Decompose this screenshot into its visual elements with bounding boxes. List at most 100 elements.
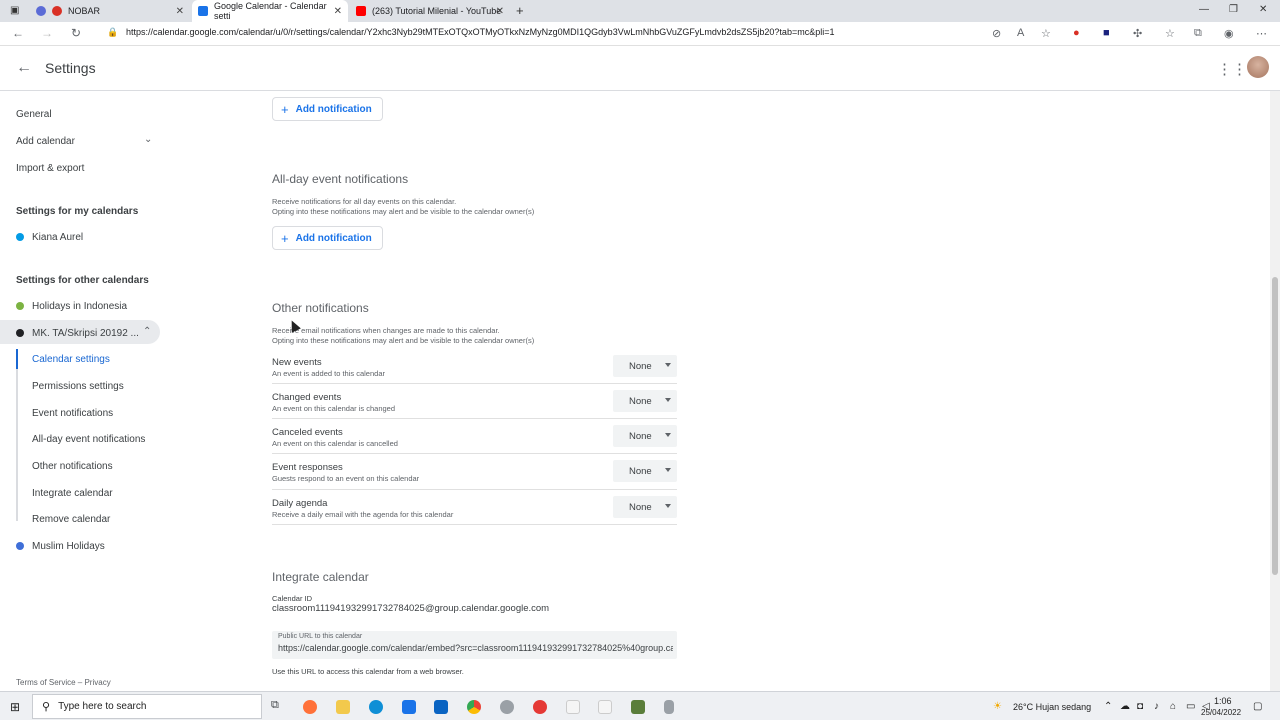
tab-actions-icon[interactable]: ▣ — [10, 5, 19, 16]
windows-start-icon[interactable]: ⊞ — [10, 700, 20, 714]
extension-icon[interactable]: ■ — [1103, 27, 1110, 39]
opera-icon[interactable] — [533, 700, 547, 714]
clock-time[interactable]: 1:06 — [1214, 696, 1232, 706]
row-daily-agenda-sub: Receive a daily email with the agenda fo… — [272, 510, 454, 519]
button-label: Add notification — [295, 103, 372, 115]
public-url-label: Public URL to this calendar — [278, 633, 363, 640]
collections-icon[interactable]: ⧉ — [1194, 27, 1202, 40]
tab-google-calendar[interactable]: Google Calendar - Calendar setti ✕ — [192, 0, 348, 22]
calendar-id-value[interactable]: classroom111941932991732784025@group.cal… — [272, 603, 549, 614]
changed-events-select[interactable]: None — [613, 390, 677, 412]
cloud-icon[interactable]: ☁ — [1120, 701, 1130, 712]
row-canceled-events-label: Canceled events — [272, 427, 343, 438]
youtube-icon — [356, 6, 366, 16]
close-icon[interactable]: ✕ — [496, 6, 504, 17]
page-scrollbar[interactable] — [1270, 91, 1280, 691]
caret-down-icon — [665, 468, 671, 472]
firefox-icon[interactable] — [303, 700, 317, 714]
public-url-help: Use this URL to access this calendar fro… — [272, 667, 464, 676]
profile-icon[interactable]: ◉ — [1224, 27, 1234, 40]
lock-icon[interactable]: 🔒 — [107, 27, 118, 38]
notifications-icon[interactable]: ▢ — [1253, 701, 1262, 712]
extensions-icon[interactable]: ✣ — [1133, 27, 1142, 40]
tab-nobar[interactable]: NOBAR ✕ — [30, 0, 190, 22]
minimize-icon[interactable]: — — [1199, 4, 1209, 15]
mail-icon[interactable] — [434, 700, 448, 714]
back-arrow-icon[interactable]: ← — [16, 59, 32, 77]
daily-agenda-select[interactable]: None — [613, 496, 677, 518]
integrate-section-title: Integrate calendar — [272, 570, 369, 584]
button-label: Add notification — [295, 232, 372, 244]
read-aloud-icon[interactable]: A — [1017, 27, 1024, 39]
scrollbar-thumb[interactable] — [1272, 277, 1278, 575]
tray-chevron-icon[interactable]: ⌃ — [1104, 701, 1112, 712]
favorite-icon[interactable]: ☆ — [1041, 27, 1051, 40]
row-new-events-label: New events — [272, 357, 322, 368]
url-field[interactable]: https://calendar.google.com/calendar/u/0… — [126, 27, 834, 37]
tab-title: (263) Tutorial Milenial - YouTube — [372, 6, 502, 16]
more-icon[interactable]: ⋯ — [1256, 27, 1267, 40]
new-tab-button[interactable]: + — [516, 3, 524, 18]
tab-title: NOBAR — [68, 6, 101, 16]
chrome-icon[interactable] — [467, 700, 481, 714]
close-icon[interactable]: ✕ — [334, 6, 342, 17]
new-events-select[interactable]: None — [613, 355, 677, 377]
row-divider — [272, 489, 677, 490]
public-url-field[interactable]: Public URL to this calendar https://cale… — [272, 631, 677, 659]
caret-down-icon — [665, 363, 671, 367]
calendar-icon — [198, 6, 208, 16]
opera-extension-icon[interactable]: ● — [1073, 27, 1080, 39]
microphone-icon[interactable]: ♪ — [1154, 701, 1159, 712]
windows-taskbar: ⊞ ⚲ Type here to search ⧉ ☀ 26°C Hujan s… — [0, 691, 1280, 720]
tray-app-icon[interactable]: ◘ — [1137, 701, 1143, 712]
file-explorer-icon[interactable] — [336, 700, 350, 714]
caret-down-icon — [665, 433, 671, 437]
page-title: Settings — [45, 60, 96, 76]
row-daily-agenda-label: Daily agenda — [272, 498, 328, 509]
back-icon[interactable]: ← — [12, 26, 24, 40]
allday-desc: Receive notifications for all day events… — [272, 197, 457, 206]
row-new-events-sub: An event is added to this calendar — [272, 369, 385, 378]
plus-icon: + — [281, 101, 289, 117]
public-url-value[interactable]: https://calendar.google.com/calendar/emb… — [278, 643, 673, 653]
canceled-events-select[interactable]: None — [613, 425, 677, 447]
row-divider — [272, 418, 677, 419]
edge-icon[interactable] — [369, 700, 383, 714]
document-icon[interactable] — [598, 700, 612, 714]
minecraft-icon[interactable] — [631, 700, 645, 714]
favorites-icon[interactable]: ☆ — [1165, 27, 1175, 40]
event-responses-select[interactable]: None — [613, 460, 677, 482]
store-icon[interactable] — [402, 700, 416, 714]
app-header: ← Settings ⋮⋮⋮ — [0, 46, 1280, 91]
app-icon[interactable] — [664, 700, 674, 714]
reload-icon[interactable]: ↻ — [71, 26, 81, 40]
allday-desc-2: Opting into these notifications may aler… — [272, 207, 535, 216]
taskbar-search[interactable]: ⚲ Type here to search — [32, 694, 262, 719]
battery-icon[interactable]: ▭ — [1186, 701, 1195, 712]
select-value: None — [629, 360, 652, 372]
clock-date[interactable]: 25/04/2022 — [1201, 708, 1241, 717]
tab-youtube[interactable]: (263) Tutorial Milenial - YouTube ✕ — [350, 0, 510, 22]
forward-icon[interactable]: → — [41, 26, 53, 40]
row-divider — [272, 453, 677, 454]
weather-text[interactable]: 26°C Hujan sedang — [1013, 702, 1091, 712]
link-icon[interactable]: ⊘ — [992, 27, 1001, 40]
browser-tabstrip: ▣ NOBAR ✕ Google Calendar - Calendar set… — [0, 0, 1280, 22]
add-notification-button[interactable]: + Add notification — [272, 97, 383, 121]
network-icon[interactable]: ⌂ — [1170, 701, 1176, 712]
task-view-icon[interactable]: ⧉ — [271, 699, 285, 713]
weather-icon[interactable]: ☀ — [993, 701, 1002, 712]
close-icon[interactable]: ✕ — [176, 6, 184, 17]
app-icon[interactable] — [500, 700, 514, 714]
restore-icon[interactable]: ❐ — [1229, 4, 1238, 15]
avatar[interactable] — [1247, 56, 1269, 78]
row-divider — [272, 524, 677, 525]
select-value: None — [629, 430, 652, 442]
document-icon[interactable] — [566, 700, 580, 714]
search-icon: ⚲ — [42, 701, 51, 713]
plus-icon: + — [281, 230, 289, 246]
add-allday-notification-button[interactable]: + Add notification — [272, 226, 383, 250]
select-value: None — [629, 501, 652, 513]
address-bar: ← → ↻ 🔒 https://calendar.google.com/cale… — [0, 22, 1280, 46]
window-close-icon[interactable]: ✕ — [1259, 4, 1267, 15]
